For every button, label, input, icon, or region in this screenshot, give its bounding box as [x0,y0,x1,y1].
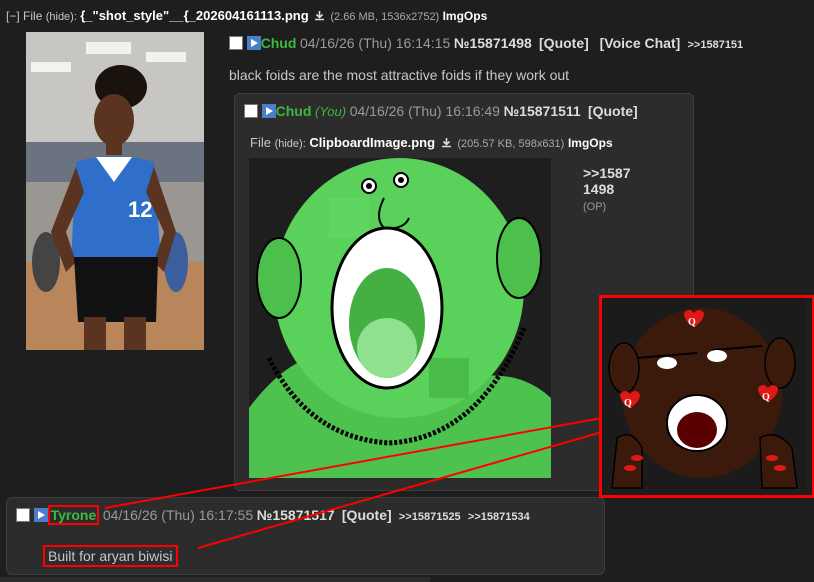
next-post-edge [0,577,430,582]
annotation-lines [104,417,603,549]
